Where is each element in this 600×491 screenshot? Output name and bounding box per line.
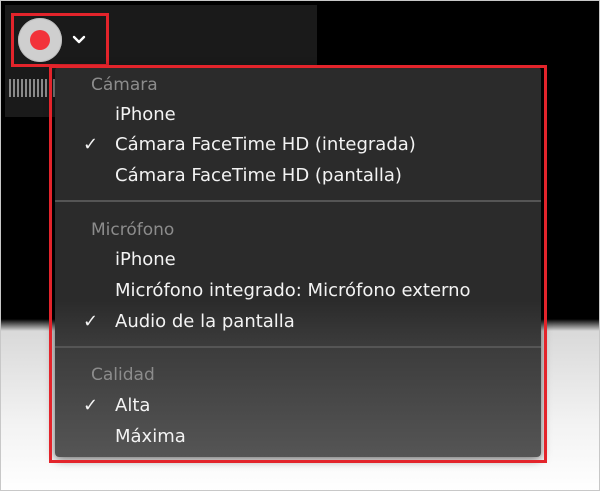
record-button[interactable] bbox=[18, 18, 62, 62]
record-options-control[interactable] bbox=[11, 13, 109, 67]
record-icon bbox=[30, 30, 50, 50]
chevron-down-icon[interactable] bbox=[72, 35, 86, 45]
screenshot-frame: Cámara iPhone ✓ Cámara FaceTime HD (inte… bbox=[0, 0, 600, 491]
menu-highlight-outline bbox=[49, 65, 547, 463]
